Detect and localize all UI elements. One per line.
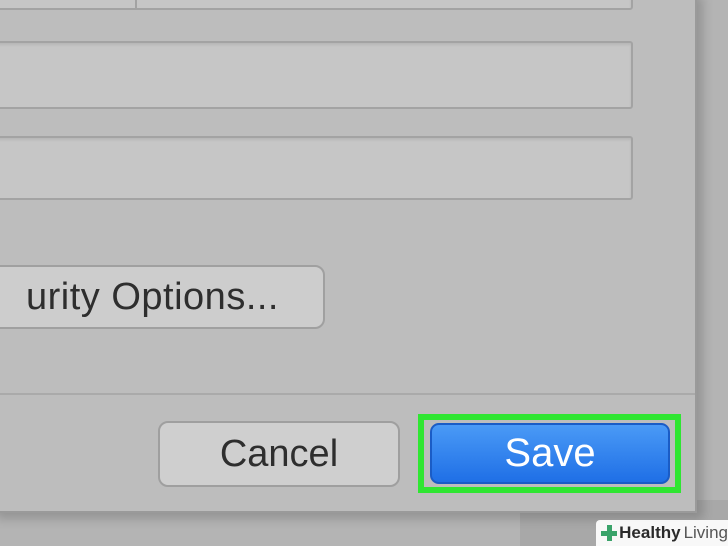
security-options-label: urity Options... [26, 275, 279, 318]
security-options-button[interactable]: urity Options... [0, 265, 325, 329]
cancel-label: Cancel [219, 432, 339, 475]
text-field-2[interactable] [0, 41, 633, 109]
watermark-brand-light: Living [683, 523, 728, 542]
cancel-button[interactable]: Cancel [158, 421, 400, 487]
text-field-3[interactable] [0, 136, 633, 200]
save-label: Save [504, 431, 596, 475]
watermark: Healthy Living [596, 520, 728, 546]
footer-separator [0, 393, 695, 395]
watermark-brand-bold: Healthy [619, 523, 681, 542]
field-divider [135, 0, 137, 8]
plus-cross-icon [600, 524, 618, 542]
text-field-top[interactable] [0, 0, 633, 10]
save-button[interactable]: Save [430, 423, 670, 484]
